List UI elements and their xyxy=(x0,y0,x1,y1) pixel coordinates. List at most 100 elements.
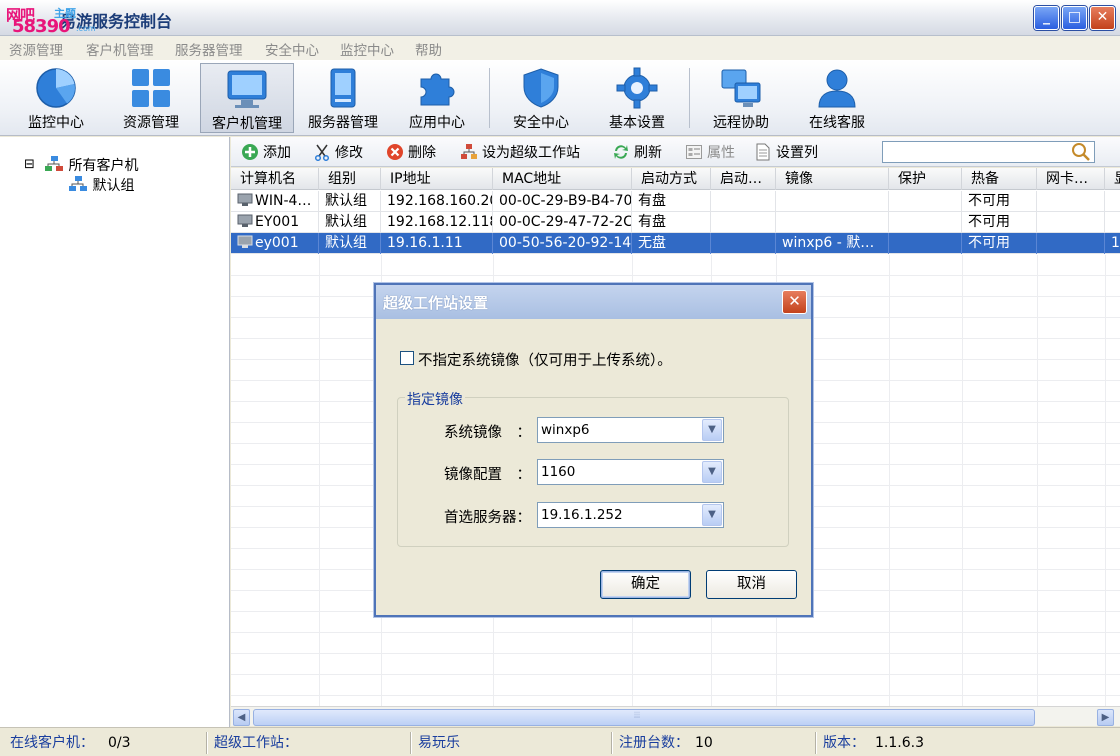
no-system-image-checkbox[interactable] xyxy=(400,351,414,365)
toolbar-client[interactable]: 客户机管理 xyxy=(200,63,294,133)
table-row[interactable]: WIN-4… 默认组 192.168.160.20 00-0C-29-B9-B4… xyxy=(231,191,1120,212)
column-header-protect[interactable]: 保护 xyxy=(889,168,962,190)
toolbar-resource[interactable]: 资源管理 xyxy=(104,63,198,133)
dialog-title-bar[interactable]: 超级工作站设置 ✕ xyxy=(376,285,811,319)
column-header-image[interactable]: 镜像 xyxy=(776,168,889,190)
minimize-button[interactable]: _ xyxy=(1034,6,1059,30)
scroll-left-button[interactable]: ◀ xyxy=(233,709,250,726)
tree-child-label: 默认组 xyxy=(92,178,135,194)
cancel-button[interactable]: 取消 xyxy=(706,570,797,599)
image-config-select[interactable]: 1160 ▼ xyxy=(537,459,724,485)
refresh-icon xyxy=(614,145,628,159)
delete-button[interactable]: 删除 xyxy=(386,142,436,162)
search-input[interactable] xyxy=(882,141,1095,163)
menu-client[interactable]: 客户机管理 xyxy=(86,39,154,59)
toolbar-app-center[interactable]: 应用中心 xyxy=(390,63,484,133)
toolbar-settings[interactable]: 基本设置 xyxy=(590,63,684,133)
column-header-boot2[interactable]: 启动… xyxy=(711,168,776,190)
cell-name: ey001 xyxy=(231,233,319,254)
tree-collapse-icon[interactable]: ⊟ xyxy=(24,157,35,172)
computer-icon xyxy=(237,235,253,248)
cell-nic xyxy=(1037,212,1105,233)
ok-button[interactable]: 确定 xyxy=(600,570,691,599)
status-version-label: 版本： xyxy=(823,735,865,751)
toolbar-label: 基本设置 xyxy=(609,115,665,131)
column-header-boot[interactable]: 启动方式 xyxy=(632,168,711,190)
client-tree: ⊟ 所有客户机 默认组 xyxy=(0,137,230,727)
toolbar-security[interactable]: 安全中心 xyxy=(494,63,588,133)
toolbar-online-service[interactable]: 在线客服 xyxy=(790,63,884,133)
column-header-group[interactable]: 组别 xyxy=(319,168,381,190)
title-bar: 易游服务控制台 网吧 58390 主题 .com _ □ ✕ xyxy=(0,0,1120,37)
grid-line xyxy=(889,255,890,706)
status-online-value: 0/3 xyxy=(108,735,131,751)
dialog-close-button[interactable]: ✕ xyxy=(782,290,807,314)
cell-mac: 00-0C-29-47-72-2C xyxy=(493,212,632,233)
add-icon xyxy=(242,144,258,160)
set-columns-label: 设置列 xyxy=(776,145,818,161)
dialog-title: 超级工作站设置 xyxy=(383,294,489,312)
cell-image: winxp6 - 默… xyxy=(776,233,889,254)
toolbar-monitor-center[interactable]: 监控中心 xyxy=(9,63,103,133)
menu-security[interactable]: 安全中心 xyxy=(265,39,319,59)
scroll-right-button[interactable]: ▶ xyxy=(1097,709,1114,726)
menu-server[interactable]: 服务器管理 xyxy=(175,39,243,59)
system-image-value: winxp6 xyxy=(541,422,590,438)
search-icon[interactable] xyxy=(1070,142,1092,162)
logo-text-accent: 主题 xyxy=(54,7,76,20)
cell-nic xyxy=(1037,233,1105,254)
chevron-down-icon[interactable]: ▼ xyxy=(702,461,722,483)
horizontal-scrollbar[interactable]: ◀ ⦙⦙⦙ ▶ xyxy=(231,706,1120,726)
refresh-button[interactable]: 刷新 xyxy=(612,142,662,162)
chevron-down-icon[interactable]: ▼ xyxy=(702,419,722,441)
server-icon xyxy=(330,68,356,108)
preferred-server-select[interactable]: 19.16.1.252 ▼ xyxy=(537,502,724,528)
remote-screens-icon xyxy=(721,69,761,107)
no-system-image-label[interactable]: 不指定系统镜像（仅可用于上传系统）。 xyxy=(418,349,672,370)
tree-root-all-clients[interactable]: 所有客户机 xyxy=(44,155,138,175)
cell-name-text: EY001 xyxy=(255,214,300,230)
table-row-selected[interactable]: ey001 默认组 19.16.1.11 00-50-56-20-92-14 无… xyxy=(231,233,1120,254)
scroll-thumb[interactable]: ⦙⦙⦙ xyxy=(253,709,1035,726)
network-group-icon xyxy=(45,156,63,171)
toolbar-server[interactable]: 服务器管理 xyxy=(296,63,390,133)
menu-monitor[interactable]: 监控中心 xyxy=(340,39,394,59)
column-header-extra[interactable]: 显 xyxy=(1105,168,1120,190)
column-header-name[interactable]: 计算机名 xyxy=(231,168,319,190)
toolbar-separator xyxy=(489,68,490,128)
cell-extra xyxy=(1105,191,1120,212)
status-registered-value: 10 xyxy=(695,735,713,751)
grid-line xyxy=(1105,255,1106,706)
status-registered-label: 注册台数： xyxy=(619,735,689,751)
tree-item-default-group[interactable]: 默认组 xyxy=(68,175,134,195)
set-super-workstation-button[interactable]: 设为超级工作站 xyxy=(460,142,580,162)
cell-mac: 00-0C-29-B9-B4-70 xyxy=(493,191,632,212)
add-button[interactable]: 添加 xyxy=(241,142,291,162)
toolbar-remote-assist[interactable]: 远程协助 xyxy=(694,63,788,133)
grid-line xyxy=(231,653,1120,654)
system-image-select[interactable]: winxp6 ▼ xyxy=(537,417,724,443)
cell-protect xyxy=(889,233,962,254)
properties-button[interactable]: 属性 xyxy=(685,142,735,162)
status-super-label: 超级工作站： xyxy=(214,735,298,751)
cell-hot-standby: 不可用 xyxy=(962,233,1037,254)
menu-bar: 资源管理 客户机管理 服务器管理 安全中心 监控中心 帮助 xyxy=(0,36,1120,60)
close-button[interactable]: ✕ xyxy=(1090,6,1115,30)
monitor-icon xyxy=(227,70,267,108)
set-columns-button[interactable]: 设置列 xyxy=(754,142,818,162)
column-header-nic[interactable]: 网卡… xyxy=(1037,168,1105,190)
cell-nic xyxy=(1037,191,1105,212)
chevron-down-icon[interactable]: ▼ xyxy=(702,504,722,526)
menu-help[interactable]: 帮助 xyxy=(415,39,442,59)
menu-resource[interactable]: 资源管理 xyxy=(9,39,63,59)
cell-boot: 无盘 xyxy=(632,233,711,254)
edit-button[interactable]: 修改 xyxy=(313,142,363,162)
maximize-button[interactable]: □ xyxy=(1062,6,1087,30)
column-header-mac[interactable]: MAC地址 xyxy=(493,168,632,190)
properties-icon xyxy=(686,145,702,159)
column-header-ip[interactable]: IP地址 xyxy=(381,168,493,190)
status-divider xyxy=(815,732,816,754)
column-header-hot-standby[interactable]: 热备 xyxy=(962,168,1037,190)
status-divider xyxy=(206,732,207,754)
table-row[interactable]: EY001 默认组 192.168.12.118 00-0C-29-47-72-… xyxy=(231,212,1120,233)
